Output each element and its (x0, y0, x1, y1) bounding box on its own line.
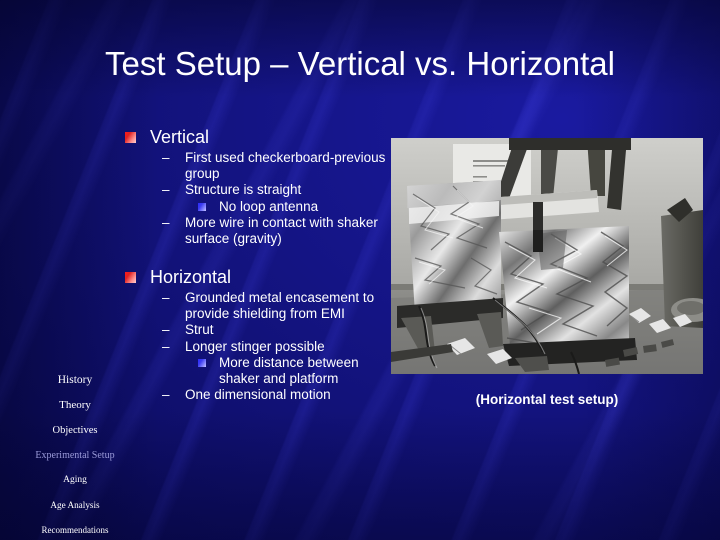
bullet-item: – Structure is straight (122, 182, 390, 198)
photo-caption: (Horizontal test setup) (475, 392, 619, 407)
bullet-item: – First used checkerboard-previous group (122, 150, 390, 181)
red-square-bullet-icon (125, 132, 136, 143)
bullet-item: – More wire in contact with shaker surfa… (122, 215, 390, 246)
nav-item-objectives[interactable]: Objectives (0, 418, 150, 443)
slide-title: Test Setup – Vertical vs. Horizontal (105, 45, 615, 82)
bullet-item-label: More wire in contact with shaker surface… (185, 215, 378, 246)
blue-square-bullet-icon (198, 202, 206, 211)
presentation-slide: Test Setup – Vertical vs. Horizontal Ver… (0, 0, 720, 540)
nav-item-aging[interactable]: Aging (0, 468, 150, 493)
slide-body-content: Vertical – First used checkerboard-previ… (122, 126, 390, 403)
nav-item-experimental-setup[interactable]: Experimental Setup (0, 443, 150, 468)
bullet-item: – Longer stinger possible (122, 339, 390, 355)
sub-bullet-item-label: No loop antenna (219, 198, 319, 214)
blue-square-bullet-icon (198, 359, 206, 367)
nav-item-age-analysis[interactable]: Age Analysis (0, 493, 150, 518)
sub-bullet-item-label: More distance between shaker and platfor… (219, 355, 359, 386)
dash-bullet-icon: – (162, 150, 170, 165)
dash-bullet-icon: – (162, 182, 170, 197)
bullet-item-label: First used checkerboard-previous group (185, 150, 386, 181)
sub-bullet-item: More distance between shaker and platfor… (122, 355, 390, 386)
bullet-item-label: Structure is straight (185, 182, 302, 197)
bullet-item-label: One dimensional motion (185, 387, 331, 402)
sub-bullet-item: No loop antenna (122, 199, 390, 215)
dash-bullet-icon: – (162, 215, 170, 230)
nav-item-history[interactable]: History (0, 368, 150, 393)
nav-item-theory[interactable]: Theory (0, 393, 150, 418)
bullet-heading-label: Horizontal (150, 267, 232, 287)
dash-bullet-icon: – (162, 338, 170, 354)
bullet-heading-vertical: Vertical (122, 126, 390, 148)
dash-bullet-icon: – (162, 322, 170, 337)
bullet-item: – One dimensional motion (122, 387, 390, 403)
bullet-item: – Strut (122, 322, 390, 338)
dash-bullet-icon: – (162, 387, 170, 402)
nav-item-recommendations[interactable]: Recommendations (0, 518, 150, 540)
bullet-item-label: Strut (185, 322, 214, 337)
bullet-item: – Grounded metal encasement to provide s… (122, 290, 390, 321)
bullet-item-label: Grounded metal encasement to provide shi… (185, 290, 375, 321)
bullet-item-label: Longer stinger possible (185, 338, 325, 354)
horizontal-test-setup-photo (391, 138, 703, 374)
dash-bullet-icon: – (162, 290, 170, 305)
bullet-heading-label: Vertical (150, 127, 210, 147)
bullet-heading-horizontal: Horizontal (122, 266, 390, 288)
red-square-bullet-icon (125, 272, 136, 283)
section-navigation: History Theory Objectives Experimental S… (0, 368, 150, 540)
